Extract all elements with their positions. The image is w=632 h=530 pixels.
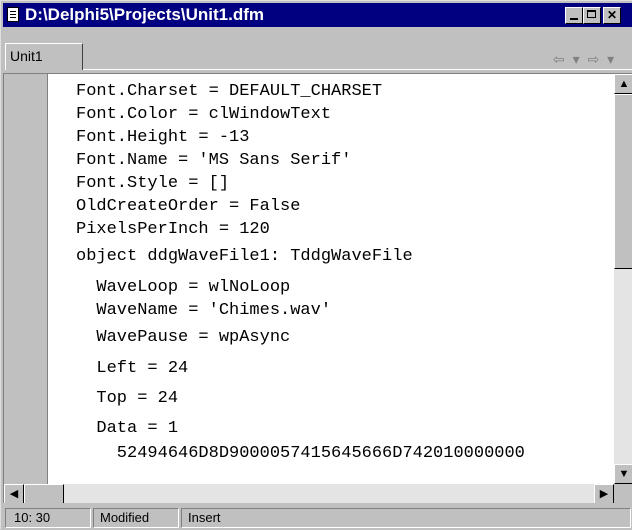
code-line: WaveName = 'Chimes.wav' — [76, 301, 332, 320]
title-bar[interactable]: D:\Delphi5\Projects\Unit1.dfm ✕ — [3, 3, 632, 27]
status-bar: 10: 30 Modified Insert — [3, 505, 632, 530]
insert-mode-indicator: Insert — [181, 508, 631, 528]
close-button[interactable]: ✕ — [603, 7, 621, 24]
code-line: Top = 24 — [76, 389, 179, 408]
maximize-button[interactable] — [583, 7, 601, 24]
code-line: Font.Height = -13 — [76, 128, 250, 147]
navigation-arrows: ⇦ ▾ ⇨ ▾ — [553, 51, 616, 68]
tab-strip: Unit1 ⇦ ▾ ⇨ ▾ — [3, 27, 632, 71]
code-line: Font.Charset = DEFAULT_CHARSET — [76, 82, 383, 101]
scroll-right-icon[interactable]: ▶ — [594, 484, 614, 503]
scroll-down-icon[interactable]: ▼ — [614, 464, 632, 484]
vertical-scrollbar[interactable]: ▲ ▼ — [614, 74, 632, 484]
scroll-corner — [614, 484, 632, 503]
minimize-button[interactable] — [565, 7, 583, 24]
code-line: PixelsPerInch = 120 — [76, 220, 270, 239]
code-line: object ddgWaveFile1: TddgWaveFile — [76, 247, 413, 266]
code-line: WaveLoop = wlNoLoop — [76, 278, 291, 297]
scroll-left-icon[interactable]: ◀ — [4, 484, 24, 503]
forward-arrow-icon[interactable]: ⇨ ▾ — [588, 51, 617, 67]
editor-gutter[interactable] — [4, 74, 48, 484]
document-icon — [7, 7, 19, 22]
scroll-up-icon[interactable]: ▲ — [614, 74, 632, 94]
code-line: Font.Color = clWindowText — [76, 105, 332, 124]
code-area[interactable]: Font.Charset = DEFAULT_CHARSET Font.Colo… — [48, 74, 614, 484]
code-line: OldCreateOrder = False — [76, 197, 301, 216]
horizontal-scroll-thumb[interactable] — [24, 484, 64, 503]
code-line: 52494646D8D9000057415645666D742010000000 — [76, 444, 525, 463]
code-line: WavePause = wpAsync — [76, 328, 291, 347]
tab-divider — [83, 69, 632, 70]
code-line: Font.Name = 'MS Sans Serif' — [76, 151, 352, 170]
window-title: D:\Delphi5\Projects\Unit1.dfm — [25, 5, 264, 24]
editor-window: D:\Delphi5\Projects\Unit1.dfm ✕ Unit1 ⇦ … — [0, 0, 632, 530]
horizontal-scrollbar[interactable]: ◀ ▶ — [4, 484, 614, 503]
cursor-position: 10: 30 — [5, 508, 91, 528]
code-editor[interactable]: Font.Charset = DEFAULT_CHARSET Font.Colo… — [3, 73, 632, 503]
vertical-scroll-thumb[interactable] — [614, 94, 632, 269]
tab-label: Unit1 — [10, 48, 43, 64]
modified-indicator: Modified — [93, 508, 179, 528]
code-line: Left = 24 — [76, 359, 189, 378]
tab-unit1[interactable]: Unit1 — [5, 43, 83, 70]
code-line: Font.Style = [] — [76, 174, 230, 193]
back-arrow-icon[interactable]: ⇦ ▾ — [553, 51, 582, 67]
code-line: Data = 1 — [76, 419, 179, 438]
